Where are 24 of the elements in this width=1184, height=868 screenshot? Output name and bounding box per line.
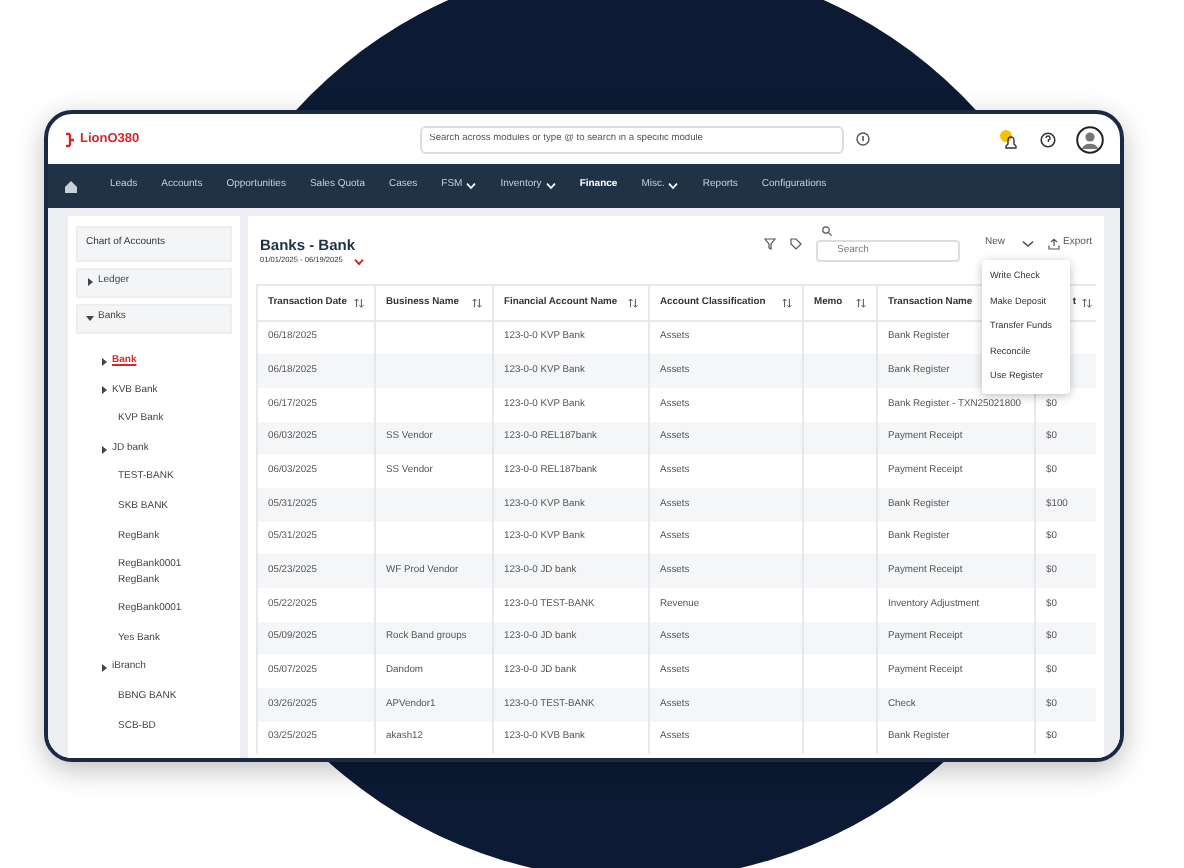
avatar-icon[interactable] (1076, 125, 1104, 153)
sort-icon (856, 297, 866, 308)
chevron-icon[interactable] (354, 257, 365, 266)
notification-icon[interactable] (1000, 129, 1020, 149)
sort-icon (472, 297, 482, 308)
home-icon[interactable] (64, 179, 78, 193)
info-icon[interactable] (855, 132, 870, 146)
caret-right-icon (100, 357, 108, 366)
caret-right-icon (100, 386, 108, 395)
caret-down-icon (86, 314, 94, 322)
sort-icon (628, 297, 638, 308)
upload-icon (1047, 238, 1060, 250)
caret-right-icon (86, 278, 94, 286)
sort-icon (354, 297, 364, 308)
caret-right-icon (100, 445, 108, 454)
sort-icon (782, 297, 792, 308)
logo-icon (64, 130, 76, 148)
caret-right-icon (100, 664, 108, 673)
sort-icon (1082, 297, 1092, 308)
filter-icon[interactable] (763, 238, 776, 250)
chevron-icon (1021, 240, 1034, 248)
help-icon[interactable] (1040, 131, 1056, 147)
tag-icon[interactable] (789, 238, 802, 250)
search-icon (821, 226, 832, 236)
